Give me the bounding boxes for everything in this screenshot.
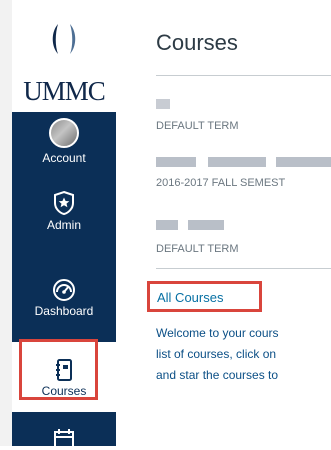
all-courses-link[interactable]: All Courses	[157, 290, 223, 305]
nav-item-admin[interactable]: Admin	[12, 190, 116, 232]
course-name-redacted[interactable]	[156, 220, 178, 230]
welcome-text-line: list of courses, click on	[156, 347, 277, 361]
shield-star-icon	[54, 190, 74, 216]
course-name-redacted[interactable]	[156, 99, 170, 109]
dashboard-gauge-icon	[53, 279, 75, 301]
welcome-text-line: Welcome to your cours	[156, 326, 279, 340]
course-name-redacted[interactable]	[188, 220, 224, 230]
nav-item-dashboard[interactable]: Dashboard	[12, 278, 116, 318]
nav-item-account[interactable]: Account	[12, 118, 116, 165]
nav-item-calendar[interactable]	[12, 428, 116, 450]
nav-label-account: Account	[42, 151, 86, 165]
ummc-logo[interactable]: UMMC	[12, 22, 116, 106]
courses-highlight-box	[19, 339, 98, 400]
course-name-redacted[interactable]	[156, 157, 196, 167]
course-term: DEFAULT TERM	[156, 120, 239, 132]
course-term: 2016-2017 FALL SEMEST	[156, 177, 286, 189]
logo-text: UMMC	[23, 76, 106, 106]
courses-divider	[156, 268, 331, 269]
nav-label-dashboard: Dashboard	[34, 304, 94, 318]
calendar-icon	[54, 429, 74, 448]
course-term: DEFAULT TERM	[156, 243, 239, 255]
course-name-redacted[interactable]	[276, 157, 331, 167]
page-title: Courses	[156, 30, 238, 55]
ummc-logo-icon	[52, 24, 76, 54]
welcome-text-line: and star the courses to	[156, 368, 279, 382]
nav-label-admin: Admin	[46, 218, 81, 232]
header-divider	[156, 75, 331, 76]
course-name-redacted[interactable]	[208, 157, 266, 167]
avatar	[49, 118, 79, 148]
left-gutter	[0, 0, 12, 446]
